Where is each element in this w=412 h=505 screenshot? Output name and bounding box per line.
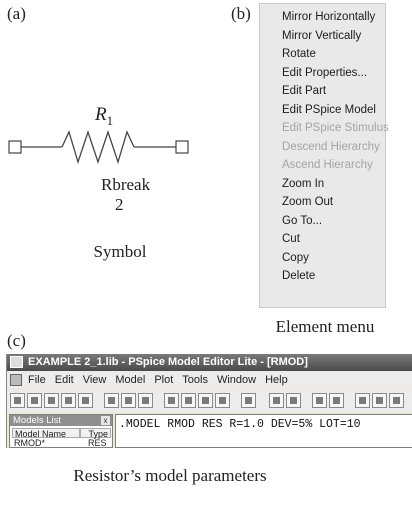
zoom-out-icon[interactable]: [181, 393, 196, 408]
print-icon[interactable]: [61, 393, 76, 408]
menu-item-rotate[interactable]: Rotate: [260, 45, 385, 64]
zoom-area-icon[interactable]: [198, 393, 213, 408]
menu-item-edit-pspice-model[interactable]: Edit PSpice Model: [260, 101, 385, 120]
tool-a-icon[interactable]: [355, 393, 370, 408]
bar-b-icon[interactable]: [286, 393, 301, 408]
app-icon: [10, 356, 23, 368]
resistor-symbol-icon[interactable]: [6, 126, 192, 170]
copy-icon[interactable]: [121, 393, 136, 408]
column-header-model-name[interactable]: Model Name: [12, 428, 80, 439]
panel-label-b: (b): [231, 4, 251, 23]
menu-item-zoom-in[interactable]: Zoom In: [260, 175, 385, 194]
menu-tools[interactable]: Tools: [182, 374, 208, 386]
menu-item-descend-hierarchy: Descend Hierarchy: [282, 140, 380, 153]
zoom-in-icon[interactable]: [164, 393, 179, 408]
graph-b-icon[interactable]: [329, 393, 344, 408]
open-icon[interactable]: [27, 393, 42, 408]
menu-item-delete[interactable]: Delete: [260, 267, 385, 286]
panel-label-c: (c): [7, 331, 26, 350]
menu-item-zoom-out[interactable]: Zoom Out: [260, 193, 385, 212]
menu-item-ascend-hierarchy: Ascend Hierarchy: [282, 159, 373, 171]
symbol-caption: Symbol: [93, 242, 147, 261]
tool-b-icon[interactable]: [372, 393, 387, 408]
document-icon: [10, 374, 22, 386]
menu-item-edit-properties[interactable]: Edit Properties...: [260, 64, 385, 83]
title-bar[interactable]: EXAMPLE 2_1.lib - PSpice Model Editor Li…: [7, 354, 412, 371]
element-context-menu[interactable]: Mirror Horizontally Mirror Vertically Rota…: [259, 3, 389, 308]
menu-file[interactable]: File: [28, 374, 46, 386]
menu-model[interactable]: Model: [115, 374, 145, 386]
component-icon[interactable]: [241, 393, 256, 408]
graph-icon[interactable]: [312, 393, 327, 408]
menu-item-edit-part[interactable]: Edit Part: [260, 82, 385, 101]
pin-left: [8, 140, 22, 154]
pspice-model-editor-window: EXAMPLE 2_1.lib - PSpice Model Editor Li…: [6, 354, 412, 448]
menu-caption: Element menu: [275, 317, 375, 336]
model-definition-line[interactable]: .MODEL RMOD RES R=1.0 DEV=5% LOT=10: [119, 418, 361, 431]
model-row-name[interactable]: RMOD*: [14, 438, 45, 448]
close-icon[interactable]: x: [101, 416, 110, 425]
menu-help[interactable]: Help: [265, 374, 288, 386]
window-title: EXAMPLE 2_1.lib - PSpice Model Editor Li…: [28, 356, 308, 368]
models-list-pane: Models List x Model Name Type RMOD* RES: [9, 414, 113, 448]
toolbar: [7, 390, 412, 412]
menu-item-go-to[interactable]: Go To...: [260, 212, 385, 231]
cut-icon[interactable]: [104, 393, 119, 408]
figure-caption: Resistor’s model parameters: [73, 466, 267, 485]
menu-view[interactable]: View: [83, 374, 107, 386]
part-name-label: Rbreak: [101, 175, 151, 194]
menu-edit[interactable]: Edit: [55, 374, 74, 386]
resistor-zigzag: [61, 129, 135, 165]
menu-list: File Edit View Model Plot Tools Window Help: [28, 371, 297, 389]
paste-icon[interactable]: [138, 393, 153, 408]
menu-bar: File Edit View Model Plot Tools Window Help: [7, 371, 412, 389]
pin-right: [175, 140, 189, 154]
save-icon[interactable]: [44, 393, 59, 408]
menu-item-copy[interactable]: Copy: [260, 249, 385, 268]
menu-item-edit-pspice-stimulus: Edit PSpice Stimulus: [282, 122, 389, 134]
bar-a-icon[interactable]: [269, 393, 284, 408]
models-list-title: Models List: [10, 415, 112, 426]
model-row-type[interactable]: RES: [88, 438, 107, 448]
pin-count-label: 2: [115, 195, 124, 214]
resistor-ref-letter: R: [95, 104, 107, 125]
zoom-fit-icon[interactable]: [215, 393, 230, 408]
menu-item-cut[interactable]: Cut: [260, 230, 385, 249]
menu-item-mirror-vertically[interactable]: Mirror Vertically: [260, 27, 385, 46]
menu-item-mirror-horizontally[interactable]: Mirror Horizontally: [260, 8, 385, 27]
preview-icon[interactable]: [78, 393, 93, 408]
column-header-type[interactable]: Type: [80, 428, 111, 439]
menu-plot[interactable]: Plot: [154, 374, 173, 386]
model-text-editor[interactable]: .MODEL RMOD RES R=1.0 DEV=5% LOT=10: [115, 414, 412, 448]
new-icon[interactable]: [10, 393, 25, 408]
panel-label-a: (a): [7, 4, 26, 23]
tool-c-icon[interactable]: [389, 393, 404, 408]
menu-window[interactable]: Window: [217, 374, 256, 386]
